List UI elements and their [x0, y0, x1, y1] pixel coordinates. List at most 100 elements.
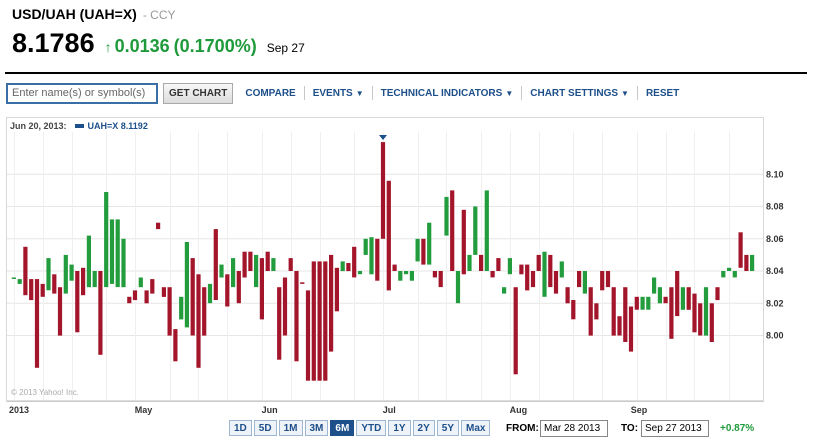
candle: [750, 254, 755, 271]
candle: [646, 296, 651, 310]
candle: [288, 258, 293, 271]
candle: [692, 293, 697, 333]
candle: [594, 303, 599, 320]
range-button-max[interactable]: Max: [461, 420, 491, 436]
candle: [294, 271, 299, 362]
performance-value: +0.87%: [720, 423, 755, 434]
candle: [484, 190, 489, 271]
range-button-1d[interactable]: 1D: [229, 420, 252, 436]
candle: [305, 290, 311, 381]
candle: [628, 306, 634, 352]
range-button-1y[interactable]: 1Y: [388, 420, 411, 436]
legend-date: Jun 20, 2013:: [10, 121, 67, 131]
candle: [34, 279, 40, 368]
candle: [640, 296, 645, 310]
candle: [571, 300, 576, 320]
range-button-6m[interactable]: 6M: [330, 420, 355, 436]
candle: [213, 229, 218, 300]
candle: [623, 287, 628, 342]
candle: [479, 254, 484, 271]
candle: [588, 287, 593, 336]
candle: [352, 246, 357, 278]
candle: [202, 287, 207, 336]
candle: [63, 254, 68, 294]
to-date-input[interactable]: [641, 420, 709, 437]
x-tick-label: Jun: [262, 405, 278, 415]
y-tick-label: 8.04: [766, 266, 784, 276]
candle: [219, 264, 224, 278]
candle: [17, 279, 22, 284]
candle: [121, 238, 126, 288]
candle: [536, 254, 541, 271]
candle: [311, 261, 316, 381]
candle: [473, 206, 478, 255]
candle: [398, 271, 403, 281]
candle: [86, 235, 91, 288]
range-button-1m[interactable]: 1M: [278, 420, 303, 436]
candle: [727, 267, 732, 271]
candle: [467, 254, 472, 271]
candle: [277, 287, 282, 360]
candle: [109, 219, 115, 284]
candle: [132, 290, 138, 301]
candle: [161, 287, 166, 297]
candle: [167, 287, 172, 336]
candle: [634, 296, 639, 310]
candle: [75, 271, 80, 333]
candle: [363, 238, 368, 255]
candle: [329, 254, 334, 352]
candle: [732, 271, 737, 278]
candle: [98, 271, 103, 355]
candle: [548, 254, 553, 288]
y-tick-label: 8.06: [766, 234, 784, 244]
candle: [709, 303, 714, 342]
chart-legend: Jun 20, 2013: UAH=X 8.1192: [10, 121, 148, 131]
x-tick-label: Aug: [510, 405, 527, 415]
candle: [744, 254, 749, 271]
candle: [686, 287, 691, 310]
candle: [617, 316, 622, 336]
candle: [513, 287, 518, 375]
candle: [104, 192, 109, 288]
y-tick-label: 8.02: [766, 298, 784, 308]
candle: [496, 258, 501, 271]
candle: [259, 258, 264, 320]
candle: [40, 283, 45, 297]
candle: [254, 254, 259, 288]
candle: [29, 279, 34, 301]
candle: [81, 267, 86, 296]
range-button-ytd[interactable]: YTD: [356, 420, 387, 436]
candle: [698, 303, 703, 336]
candle: [207, 283, 213, 304]
candle: [565, 287, 570, 304]
candle: [542, 251, 547, 297]
y-tick-label: 8.08: [766, 202, 784, 212]
candle: [519, 264, 524, 275]
x-tick-label: May: [135, 405, 153, 415]
candle: [156, 222, 161, 230]
range-button-2y[interactable]: 2Y: [412, 420, 435, 436]
candle: [46, 258, 51, 291]
candle: [346, 263, 351, 272]
range-selector: 1D 5D 1M 3M 6M YTD 1Y 2Y 5Y Max: [229, 420, 492, 436]
range-button-3m[interactable]: 3M: [304, 420, 329, 436]
candle: [323, 261, 328, 381]
candle: [340, 261, 345, 272]
range-button-5d[interactable]: 5D: [253, 420, 277, 436]
candle: [415, 238, 420, 262]
candle: [11, 277, 16, 279]
candle: [404, 271, 409, 275]
legend-swatch: [74, 124, 84, 128]
candle: [242, 251, 247, 278]
candle: [386, 180, 391, 291]
range-button-5y[interactable]: 5Y: [436, 420, 460, 436]
from-date-input[interactable]: [540, 420, 608, 437]
candle: [52, 274, 57, 294]
candle: [69, 264, 74, 281]
candle: [461, 209, 466, 275]
candle: [392, 264, 397, 271]
candle: [680, 287, 685, 310]
candle: [138, 277, 143, 288]
copyright-text: © 2013 Yahoo! Inc.: [11, 388, 79, 397]
candle: [427, 222, 432, 265]
